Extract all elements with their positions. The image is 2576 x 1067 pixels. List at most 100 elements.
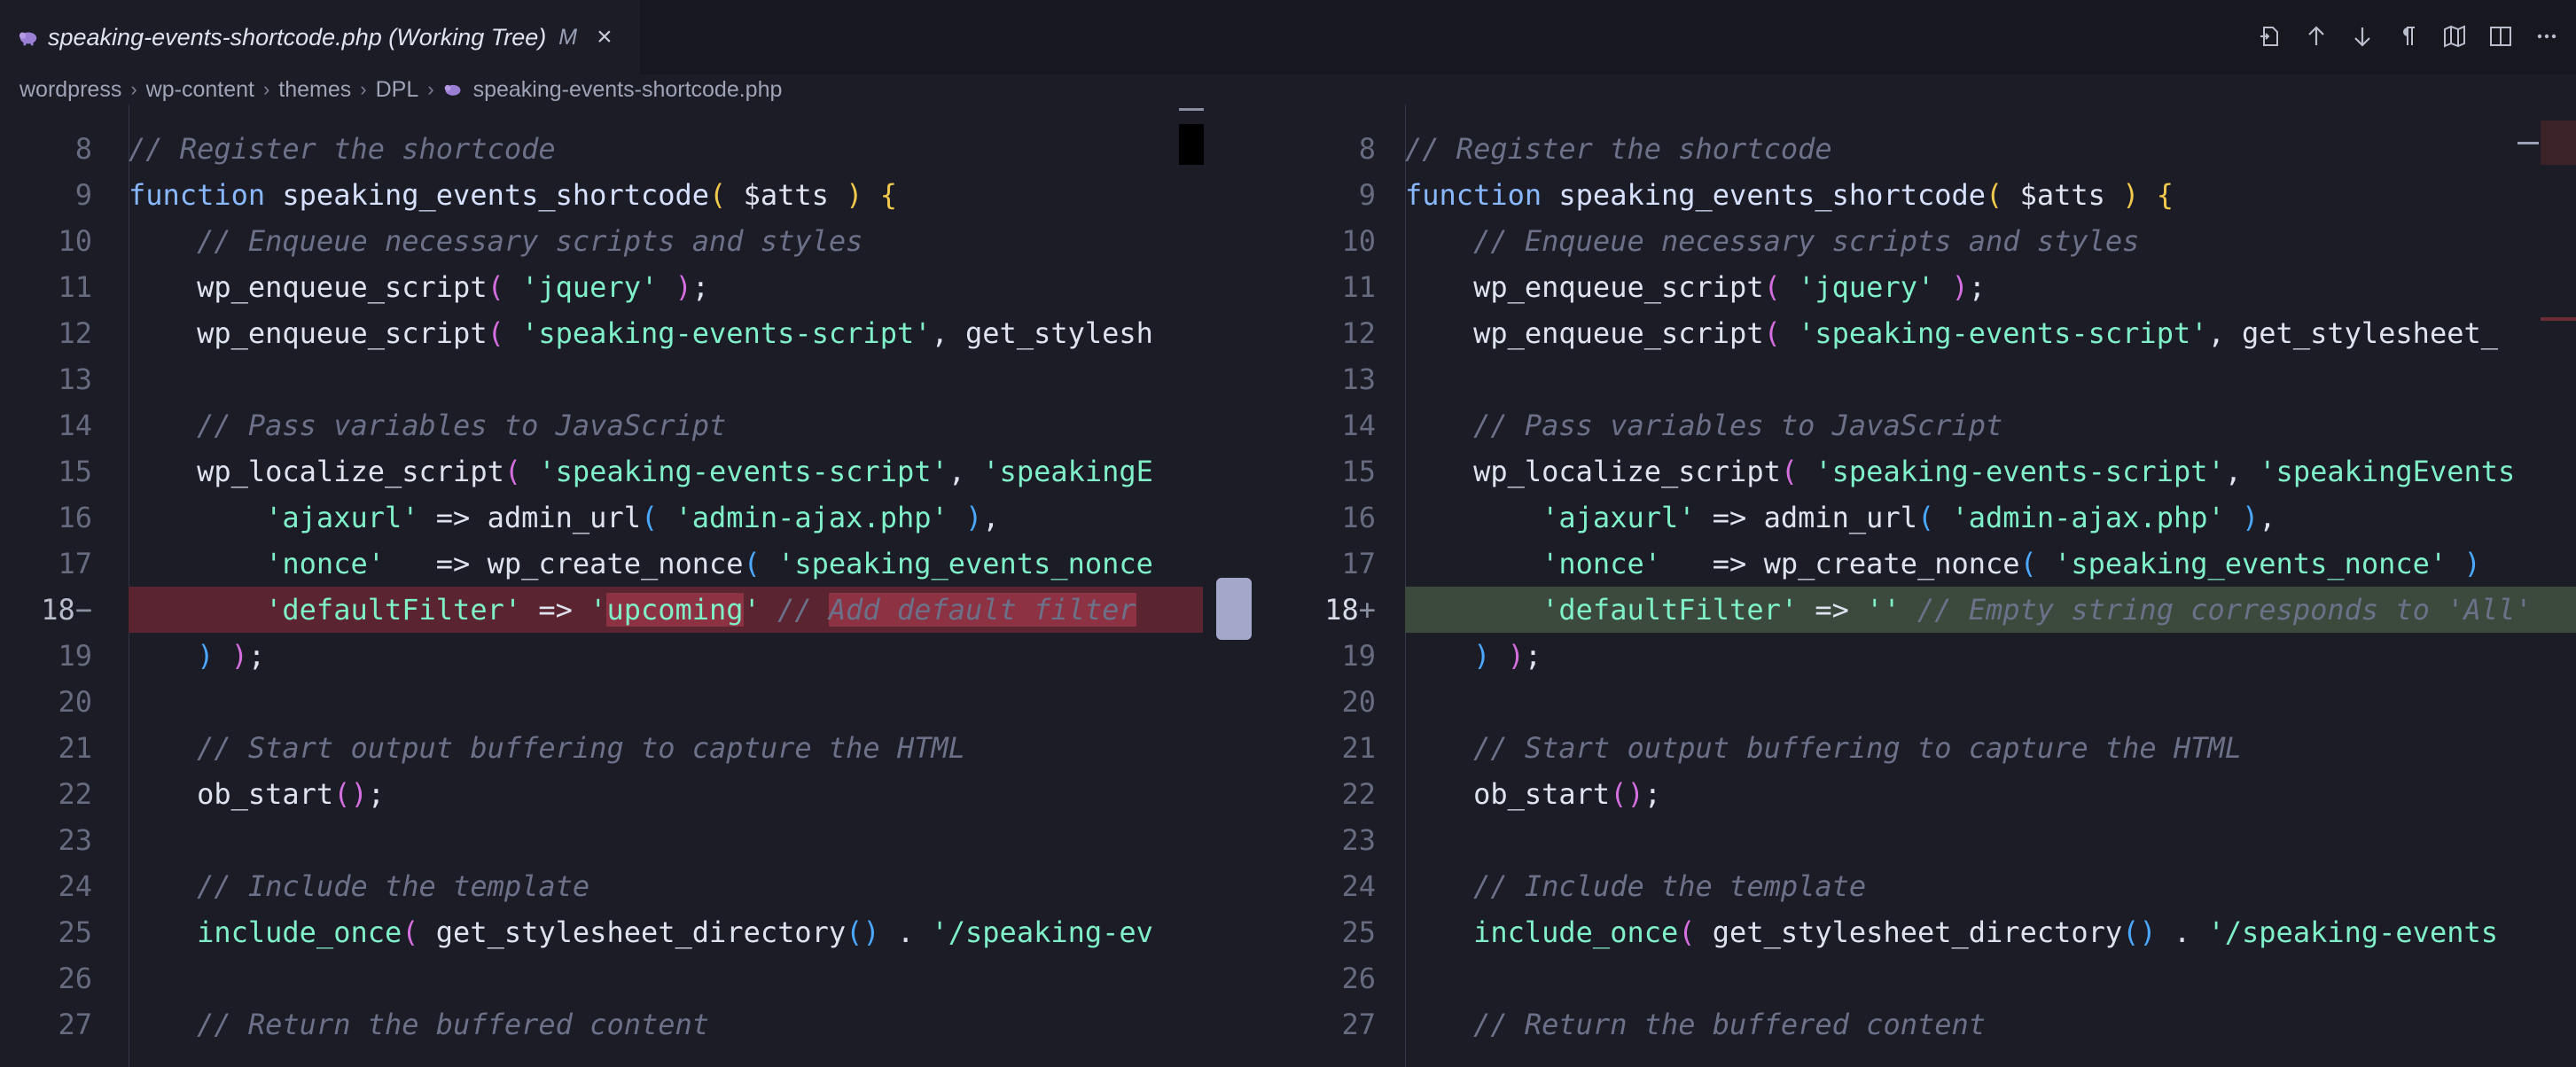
code-token: // Include the template bbox=[1473, 869, 1867, 903]
code-line[interactable]: 17 'nonce' => wp_create_nonce( 'speaking… bbox=[0, 541, 1276, 587]
code-line[interactable]: 15 wp_localize_script( 'speaking-events-… bbox=[0, 448, 1276, 495]
code-token: 'speaking-events-script' bbox=[538, 455, 948, 488]
code-line[interactable]: 22 ob_start(); bbox=[0, 771, 1276, 817]
diff-added-line[interactable]: 18+ 'defaultFilter' => '' // Empty strin… bbox=[1276, 587, 2576, 633]
code-line[interactable]: 21 // Start output buffering to capture … bbox=[0, 725, 1276, 771]
code-line[interactable]: 20 bbox=[0, 679, 1276, 725]
code-token: $atts bbox=[743, 178, 847, 212]
overview-ruler-slider[interactable] bbox=[1179, 124, 1204, 165]
code-line[interactable]: 12 wp_enqueue_script( 'speaking-events-s… bbox=[0, 310, 1276, 356]
breadcrumb-item-wordpress[interactable]: wordpress bbox=[20, 77, 121, 103]
code-token: // Start output buffering to capture the… bbox=[197, 731, 966, 765]
code-token: , get_stylesh bbox=[931, 316, 1153, 350]
code-token: ( bbox=[503, 455, 539, 488]
code-line[interactable]: 25 include_once( get_stylesheet_director… bbox=[1276, 909, 2576, 955]
arrow-up-icon[interactable] bbox=[2303, 21, 2330, 51]
code-line[interactable]: 19 ) ); bbox=[0, 633, 1276, 679]
breadcrumb-item-file[interactable]: speaking-events-shortcode.php bbox=[473, 77, 783, 103]
code-line[interactable]: 10 // Enqueue necessary scripts and styl… bbox=[1276, 218, 2576, 264]
code-line[interactable]: 27 // Return the buffered content bbox=[1276, 1001, 2576, 1048]
code-token: => bbox=[521, 593, 590, 627]
code-line[interactable]: 13 bbox=[1276, 356, 2576, 402]
line-number: 10 bbox=[58, 224, 92, 258]
code-line[interactable]: 14 // Pass variables to JavaScript bbox=[1276, 402, 2576, 448]
close-icon[interactable]: × bbox=[597, 24, 613, 51]
code-line[interactable]: 11 wp_enqueue_script( 'jquery' ); bbox=[1276, 264, 2576, 310]
code-line[interactable]: 23 bbox=[1276, 817, 2576, 863]
breadcrumb-item-dpl[interactable]: DPL bbox=[376, 77, 419, 103]
code-line[interactable]: 21 // Start output buffering to capture … bbox=[1276, 725, 2576, 771]
code-token: 'jquery' bbox=[1798, 270, 1935, 304]
code-line[interactable]: 9 function speaking_events_shortcode( $at… bbox=[1276, 172, 2576, 218]
code-line[interactable]: 23 bbox=[0, 817, 1276, 863]
open-file-icon[interactable] bbox=[2257, 21, 2283, 51]
editor-toolbar bbox=[2257, 21, 2560, 51]
code-line[interactable]: 25 include_once( get_stylesheet_director… bbox=[0, 909, 1276, 955]
line-number: 25 bbox=[1341, 915, 1376, 949]
pilcrow-icon[interactable] bbox=[2395, 21, 2422, 51]
diff-plus-icon: + bbox=[1358, 593, 1376, 627]
code-line[interactable]: 8 // Register the shortcode bbox=[0, 126, 1276, 172]
arrow-down-icon[interactable] bbox=[2349, 21, 2376, 51]
code-line[interactable]: 19 ) ); bbox=[1276, 633, 2576, 679]
code-token: $atts bbox=[2019, 178, 2123, 212]
code-token: => wp_create_nonce bbox=[384, 547, 744, 580]
code-token: ; bbox=[1968, 270, 1987, 304]
code-line[interactable]: 11 wp_enqueue_script( 'jquery' ); bbox=[0, 264, 1276, 310]
code-line[interactable]: 22 ob_start(); bbox=[1276, 771, 2576, 817]
code-line[interactable]: 10 // Enqueue necessary scripts and styl… bbox=[0, 218, 1276, 264]
diff-removed-line[interactable]: 18− 'defaultFilter' => 'upcoming' // Add… bbox=[0, 587, 1276, 633]
code-line[interactable]: 9 function speaking_events_shortcode( $at… bbox=[0, 172, 1276, 218]
code-text: // Return the buffered content bbox=[129, 1001, 1203, 1048]
chevron-right-icon: › bbox=[262, 78, 270, 100]
code-text: // Enqueue necessary scripts and styles bbox=[129, 218, 1203, 264]
diff-minus-icon: − bbox=[74, 593, 92, 627]
code-line[interactable]: 26 bbox=[0, 955, 1276, 1001]
more-actions-icon[interactable] bbox=[2533, 21, 2560, 51]
breadcrumb-item-themes[interactable]: themes bbox=[278, 77, 351, 103]
modified-editor-pane[interactable]: 8 // Register the shortcode 9 function spea… bbox=[1276, 105, 2576, 1067]
line-number: 26 bbox=[1341, 962, 1376, 995]
code-text: // Start output buffering to capture the… bbox=[129, 725, 1203, 771]
code-token: 'speaking-events-script' bbox=[1815, 455, 2225, 488]
code-line[interactable]: 20 bbox=[1276, 679, 2576, 725]
diff-scrollbar-thumb[interactable] bbox=[1216, 578, 1252, 640]
code-line[interactable]: 8 // Register the shortcode bbox=[1276, 126, 2576, 172]
code-line[interactable]: 17 'nonce' => wp_create_nonce( 'speaking… bbox=[1276, 541, 2576, 587]
code-line[interactable]: 16 'ajaxurl' => admin_url( 'admin-ajax.p… bbox=[0, 495, 1276, 541]
code-line[interactable]: 14 // Pass variables to JavaScript bbox=[0, 402, 1276, 448]
breadcrumb-item-wp-content[interactable]: wp-content bbox=[146, 77, 254, 103]
code-text: ob_start(); bbox=[129, 771, 1203, 817]
code-token: speaking_events_shortcode bbox=[1558, 178, 1987, 212]
code-token: wp_enqueue_script bbox=[129, 270, 488, 304]
code-token: // bbox=[777, 593, 829, 627]
code-line[interactable]: 27 // Return the buffered content bbox=[0, 1001, 1276, 1048]
map-icon[interactable] bbox=[2441, 21, 2468, 51]
line-number: 22 bbox=[1341, 777, 1376, 811]
code-line[interactable]: 15 wp_localize_script( 'speaking-events-… bbox=[1276, 448, 2576, 495]
code-token: 'speaking_events_nonce bbox=[777, 547, 1153, 580]
editor-tab[interactable]: speaking-events-shortcode.php (Working T… bbox=[0, 0, 640, 74]
split-editor-icon[interactable] bbox=[2487, 21, 2514, 51]
code-line[interactable]: 16 'ajaxurl' => admin_url( 'admin-ajax.p… bbox=[1276, 495, 2576, 541]
code-token: wp_enqueue_script bbox=[129, 316, 488, 350]
code-line[interactable]: 24 // Include the template bbox=[0, 863, 1276, 909]
line-number: 11 bbox=[58, 270, 92, 304]
code-token: ) bbox=[658, 270, 692, 304]
line-number: 8 bbox=[74, 132, 92, 166]
code-token: include_once bbox=[1473, 915, 1679, 949]
code-line[interactable]: 24 // Include the template bbox=[1276, 863, 2576, 909]
line-number: 22 bbox=[58, 777, 92, 811]
code-token: ) bbox=[1507, 639, 1525, 673]
code-token: . bbox=[879, 915, 932, 949]
original-editor-pane[interactable]: 8 // Register the shortcode 9 function spea… bbox=[0, 105, 1276, 1067]
code-token: , bbox=[2259, 501, 2276, 534]
code-line[interactable]: 13 bbox=[0, 356, 1276, 402]
code-line[interactable]: 12 wp_enqueue_script( 'speaking-events-s… bbox=[1276, 310, 2576, 356]
code-line[interactable]: 26 bbox=[1276, 955, 2576, 1001]
